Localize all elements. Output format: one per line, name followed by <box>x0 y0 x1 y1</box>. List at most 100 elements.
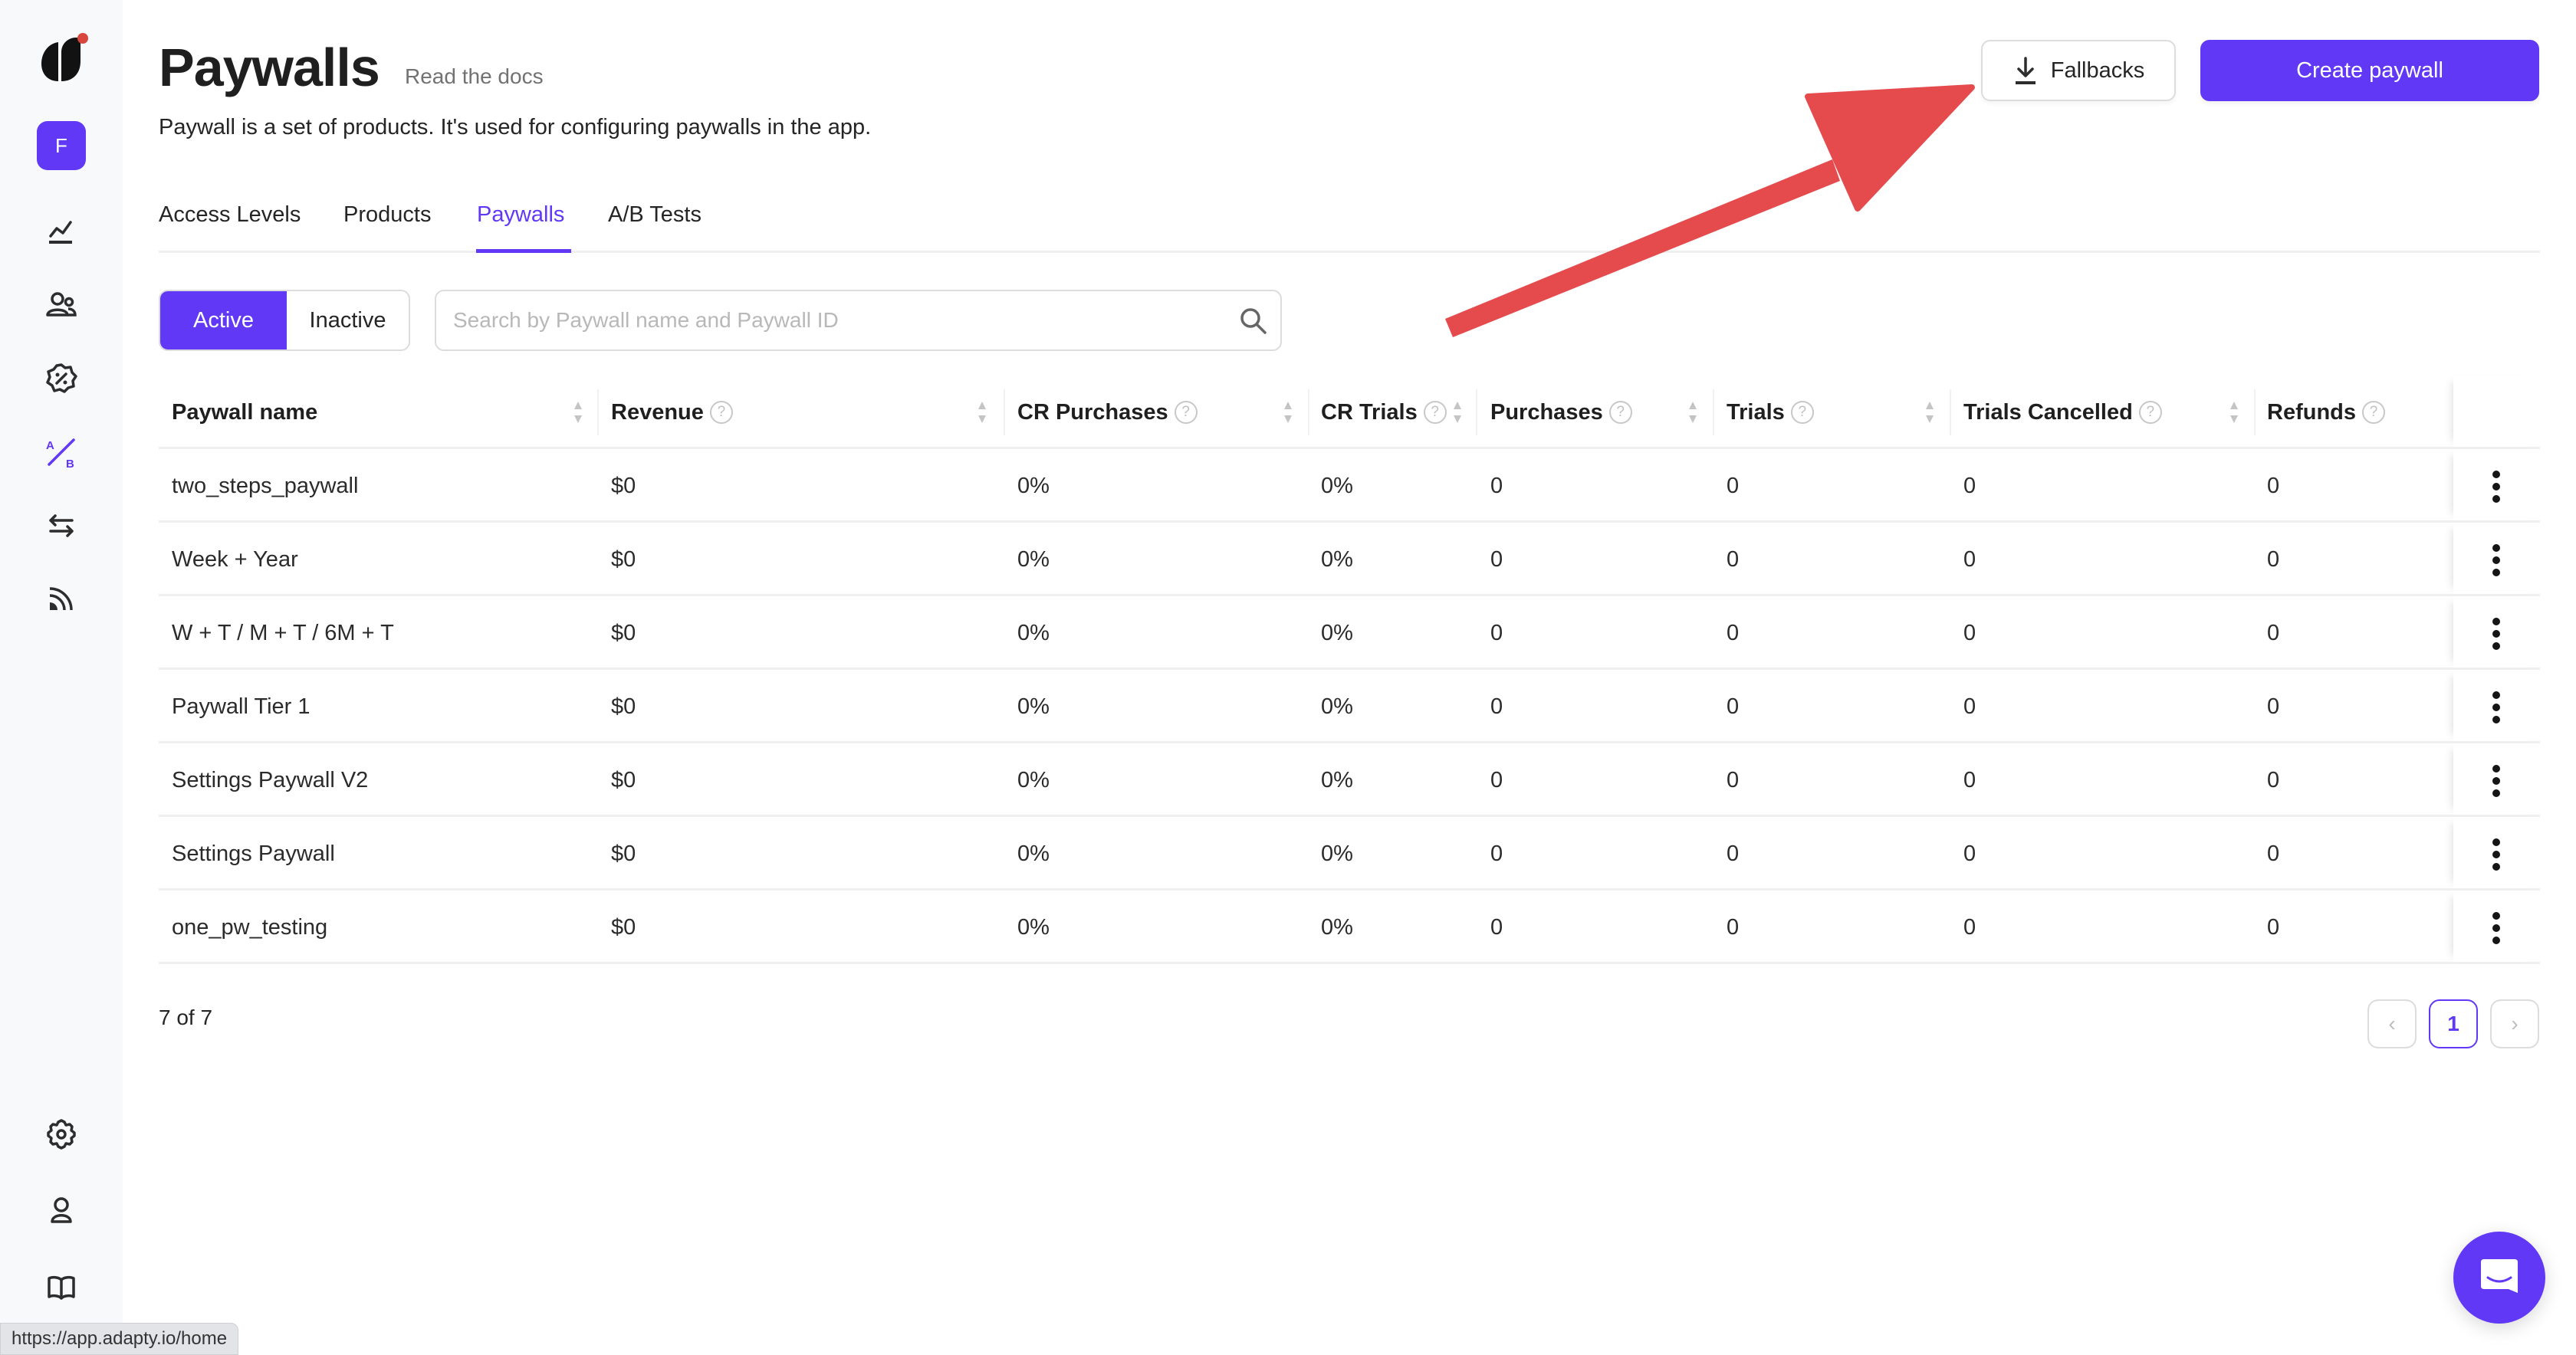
cell-paywall-name[interactable]: Settings Paywall <box>172 817 335 891</box>
tab-ab-tests[interactable]: A/B Tests <box>608 202 702 228</box>
users-icon <box>46 292 77 317</box>
tab-products[interactable]: Products <box>343 202 431 228</box>
cell-paywall-name[interactable]: Week + Year <box>172 523 298 596</box>
column-header-trials-cancelled[interactable]: Trials Cancelled? <box>1963 376 2162 449</box>
sidebar-item-integrations[interactable] <box>43 507 80 544</box>
cell-revenue: $0 <box>611 473 636 498</box>
cell-refunds: 0 <box>2267 546 2280 572</box>
sidebar-item-analytics[interactable] <box>43 213 80 250</box>
cell-paywall-name[interactable]: Paywall Tier 1 <box>172 670 310 743</box>
help-icon[interactable]: ? <box>1174 401 1198 424</box>
sidebar-item-promo[interactable] <box>43 360 80 397</box>
column-header-cr-purchases[interactable]: CR Purchases? <box>1017 376 1198 449</box>
cell-purchases: 0 <box>1490 620 1503 645</box>
active-tab-indicator <box>476 249 571 253</box>
column-header-paywall-name[interactable]: Paywall name <box>172 376 317 449</box>
cell-trials: 0 <box>1727 767 1740 792</box>
cell-paywall-name[interactable]: one_pw_testing <box>172 891 327 964</box>
gear-icon <box>47 1119 76 1150</box>
cell-refunds: 0 <box>2267 914 2280 940</box>
more-options-icon[interactable] <box>2489 471 2504 503</box>
sidebar-item-account[interactable] <box>43 1193 80 1229</box>
more-options-icon[interactable] <box>2489 618 2504 650</box>
cell-trials: 0 <box>1727 473 1740 498</box>
more-options-icon[interactable] <box>2489 765 2504 797</box>
cell-trials-cancelled: 0 <box>1963 546 1976 572</box>
cell-purchases: 0 <box>1490 767 1503 792</box>
row-actions-cell <box>2453 670 2540 741</box>
table-row[interactable]: one_pw_testing $0 0% 0% 0 0 0 0 <box>159 891 2540 964</box>
cell-trials: 0 <box>1727 620 1740 645</box>
logo-icon <box>41 33 88 81</box>
more-options-icon[interactable] <box>2489 544 2504 576</box>
cell-trials-cancelled: 0 <box>1963 473 1976 498</box>
sort-icon[interactable] <box>1282 399 1294 426</box>
sidebar-item-event-feed[interactable] <box>43 581 80 618</box>
support-chat-button[interactable] <box>2453 1232 2545 1324</box>
column-divider <box>1004 389 1005 435</box>
cell-revenue: $0 <box>611 767 636 792</box>
ab-test-icon: AB <box>46 438 75 471</box>
filter-inactive-button[interactable]: Inactive <box>287 291 409 349</box>
sort-icon[interactable] <box>1687 399 1699 426</box>
sort-icon[interactable] <box>976 399 988 426</box>
help-icon[interactable]: ? <box>709 401 733 424</box>
row-actions-cell <box>2453 743 2540 815</box>
sort-icon[interactable] <box>572 399 584 426</box>
fallbacks-label: Fallbacks <box>2050 57 2145 83</box>
column-header-cr-trials[interactable]: CR Trials? <box>1321 376 1447 449</box>
column-header-refunds[interactable]: Refunds? <box>2267 376 2385 449</box>
row-actions-cell <box>2453 596 2540 668</box>
sidebar-item-ab-tests[interactable]: AB <box>43 434 80 471</box>
fallbacks-button[interactable]: Fallbacks <box>1981 40 2176 101</box>
sidebar-item-profiles[interactable] <box>43 287 80 323</box>
sort-icon[interactable] <box>1924 399 1936 426</box>
tab-paywalls[interactable]: Paywalls <box>477 202 564 228</box>
user-icon <box>51 1197 72 1223</box>
read-docs-link[interactable]: Read the docs <box>405 64 544 89</box>
chat-icon <box>2481 1259 2518 1293</box>
sort-icon[interactable] <box>2228 399 2240 426</box>
book-icon <box>48 1275 75 1300</box>
filter-active-button[interactable]: Active <box>160 291 287 349</box>
search-icon[interactable] <box>1237 305 1270 337</box>
workspace-avatar[interactable]: F <box>37 121 86 170</box>
sidebar-item-docs[interactable] <box>43 1269 80 1306</box>
table-row[interactable]: Settings Paywall $0 0% 0% 0 0 0 0 <box>159 817 2540 891</box>
column-header-trials[interactable]: Trials? <box>1727 376 1814 449</box>
tab-access-levels[interactable]: Access Levels <box>159 202 301 228</box>
more-options-icon[interactable] <box>2489 691 2504 723</box>
page-1-button[interactable]: 1 <box>2429 999 2478 1048</box>
table-row[interactable]: Paywall Tier 1 $0 0% 0% 0 0 0 0 <box>159 670 2540 743</box>
column-header-purchases[interactable]: Purchases? <box>1490 376 1632 449</box>
cell-refunds: 0 <box>2267 841 2280 866</box>
next-page-button[interactable]: › <box>2490 999 2539 1048</box>
table-row[interactable]: Week + Year $0 0% 0% 0 0 0 0 <box>159 523 2540 596</box>
feed-icon <box>49 587 73 611</box>
table-row[interactable]: W + T / M + T / 6M + T $0 0% 0% 0 0 0 0 <box>159 596 2540 670</box>
cell-paywall-name[interactable]: Settings Paywall V2 <box>172 743 368 817</box>
help-icon[interactable]: ? <box>1423 401 1447 424</box>
more-options-icon[interactable] <box>2489 912 2504 944</box>
cell-purchases: 0 <box>1490 914 1503 940</box>
sort-icon[interactable] <box>1451 399 1464 426</box>
cell-revenue: $0 <box>611 546 636 572</box>
help-icon[interactable]: ? <box>1790 401 1814 424</box>
help-icon[interactable]: ? <box>1608 401 1632 424</box>
column-divider <box>1950 389 1951 435</box>
cell-paywall-name[interactable]: two_steps_paywall <box>172 449 358 523</box>
prev-page-button[interactable]: ‹ <box>2367 999 2417 1048</box>
table-row[interactable]: Settings Paywall V2 $0 0% 0% 0 0 0 0 <box>159 743 2540 817</box>
cell-paywall-name[interactable]: W + T / M + T / 6M + T <box>172 596 394 670</box>
sidebar-item-settings[interactable] <box>43 1116 80 1153</box>
help-icon[interactable]: ? <box>2138 401 2162 424</box>
column-header-revenue[interactable]: Revenue? <box>611 376 733 449</box>
table-row[interactable]: two_steps_paywall $0 0% 0% 0 0 0 0 <box>159 449 2540 523</box>
search-input[interactable] <box>453 291 1189 349</box>
help-icon[interactable]: ? <box>2362 401 2385 424</box>
more-options-icon[interactable] <box>2489 838 2504 871</box>
cell-trials: 0 <box>1727 841 1740 866</box>
adapty-logo[interactable] <box>38 31 94 86</box>
create-paywall-button[interactable]: Create paywall <box>2200 40 2539 101</box>
cell-purchases: 0 <box>1490 546 1503 572</box>
